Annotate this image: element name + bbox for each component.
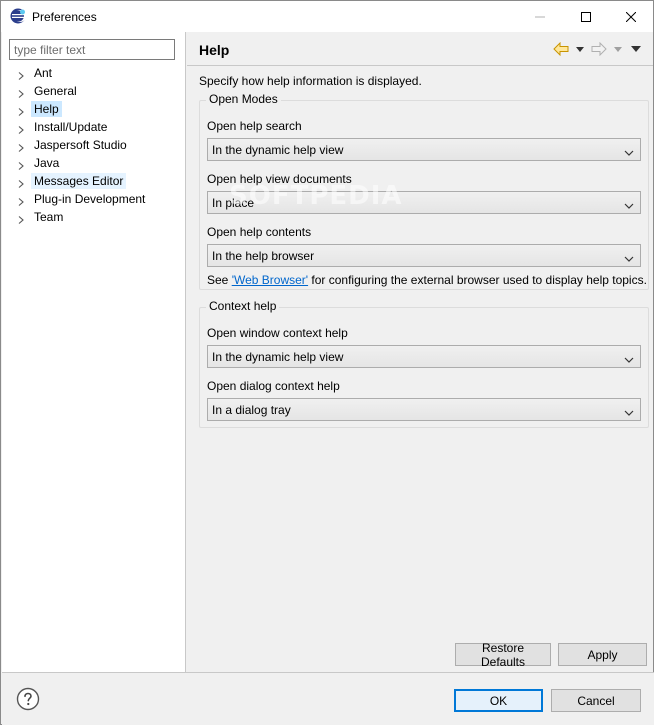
tree-item-label: Ant — [34, 66, 53, 80]
context-help-title: Context help — [206, 299, 280, 313]
apply-button[interactable]: Apply — [558, 643, 647, 666]
preference-page: Help Specify how help information is dis… — [187, 32, 653, 672]
view-documents-label: Open help view documents — [207, 172, 352, 186]
chevron-right-icon[interactable] — [17, 69, 25, 80]
context-help-group: Context help Open window context help In… — [199, 299, 649, 428]
dialog-footer: OK Cancel — [2, 672, 654, 725]
tree-item-java[interactable]: Java — [2, 154, 186, 172]
filter-input[interactable] — [9, 39, 175, 60]
chevron-right-icon[interactable] — [17, 105, 25, 116]
web-browser-note-prefix: See — [207, 273, 232, 287]
maximize-button[interactable] — [563, 1, 609, 32]
page-description: Specify how help information is displaye… — [199, 74, 422, 88]
help-search-select[interactable]: In the dynamic help view — [207, 138, 641, 161]
chevron-right-icon[interactable] — [17, 195, 25, 206]
tree-item-plug-in-development[interactable]: Plug-in Development — [2, 190, 186, 208]
tree-item-label: Messages Editor — [31, 173, 127, 189]
forward-arrow-icon[interactable] — [591, 41, 607, 57]
tree-item-label: Plug-in Development — [34, 192, 146, 206]
tree-item-label: Team — [34, 210, 64, 224]
chevron-right-icon[interactable] — [17, 123, 25, 134]
title-bar[interactable]: Preferences — [1, 1, 653, 32]
cancel-button[interactable]: Cancel — [551, 689, 641, 712]
window-context-label: Open window context help — [207, 326, 348, 340]
page-title: Help — [199, 42, 230, 58]
preference-tree: Ant General Help Install/Update Jaspersoft S… — [2, 64, 186, 226]
chevron-down-icon — [624, 406, 634, 416]
tree-item-label: General — [34, 84, 77, 98]
help-contents-select[interactable]: In the help browser — [207, 244, 641, 267]
view-documents-select[interactable]: In place — [207, 191, 641, 214]
chevron-down-icon — [624, 146, 634, 156]
help-search-value: In the dynamic help view — [212, 143, 344, 157]
chevron-right-icon[interactable] — [17, 159, 25, 170]
web-browser-note-suffix: for configuring the external browser use… — [308, 273, 647, 287]
chevron-right-icon[interactable] — [17, 87, 25, 98]
chevron-down-icon — [624, 199, 634, 209]
web-browser-link[interactable]: 'Web Browser' — [232, 273, 308, 287]
chevron-right-icon[interactable] — [17, 177, 25, 188]
dialog-context-label: Open dialog context help — [207, 379, 340, 393]
help-contents-value: In the help browser — [212, 249, 315, 263]
tree-item-help[interactable]: Help — [2, 100, 186, 118]
minimize-button[interactable] — [517, 1, 563, 32]
window-context-value: In the dynamic help view — [212, 350, 344, 364]
tree-item-messages-editor[interactable]: Messages Editor — [2, 172, 186, 190]
forward-dropdown-icon[interactable] — [614, 41, 622, 57]
window-title: Preferences — [32, 10, 97, 24]
dialog-context-value: In a dialog tray — [212, 403, 291, 417]
chevron-down-icon — [624, 353, 634, 363]
preference-tree-panel: Ant General Help Install/Update Jaspersoft S… — [2, 32, 186, 672]
tree-item-jaspersoft-studio[interactable]: Jaspersoft Studio — [2, 136, 186, 154]
restore-defaults-button[interactable]: Restore Defaults — [455, 641, 551, 669]
tree-item-label: Java — [34, 156, 60, 170]
chevron-right-icon[interactable] — [17, 141, 25, 152]
view-menu-icon[interactable] — [631, 41, 641, 57]
tree-item-label: Install/Update — [34, 120, 108, 134]
web-browser-note: See 'Web Browser' for configuring the ex… — [207, 273, 647, 287]
tree-item-general[interactable]: General — [2, 82, 186, 100]
eclipse-app-icon — [10, 8, 26, 24]
tree-item-ant[interactable]: Ant — [2, 64, 186, 82]
tree-item-label: Jaspersoft Studio — [34, 138, 127, 152]
dialog-context-select[interactable]: In a dialog tray — [207, 398, 641, 421]
view-documents-value: In place — [212, 196, 255, 210]
help-icon[interactable] — [16, 687, 40, 711]
tree-item-team[interactable]: Team — [2, 208, 186, 226]
open-modes-group: Open Modes Open help search In the dynam… — [199, 92, 649, 290]
page-header: Help — [187, 32, 653, 66]
back-arrow-icon[interactable] — [553, 41, 569, 57]
help-search-label: Open help search — [207, 119, 302, 133]
tree-item-install-update[interactable]: Install/Update — [2, 118, 186, 136]
back-dropdown-icon[interactable] — [576, 41, 584, 57]
help-contents-label: Open help contents — [207, 225, 312, 239]
chevron-right-icon[interactable] — [17, 213, 25, 224]
preferences-window: Preferences Ant General Help Install/Update… — [0, 0, 654, 725]
open-modes-title: Open Modes — [206, 92, 281, 106]
chevron-down-icon — [624, 252, 634, 262]
ok-button[interactable]: OK — [454, 689, 543, 712]
close-button[interactable] — [608, 1, 654, 32]
tree-item-label: Help — [31, 101, 62, 117]
window-context-select[interactable]: In the dynamic help view — [207, 345, 641, 368]
